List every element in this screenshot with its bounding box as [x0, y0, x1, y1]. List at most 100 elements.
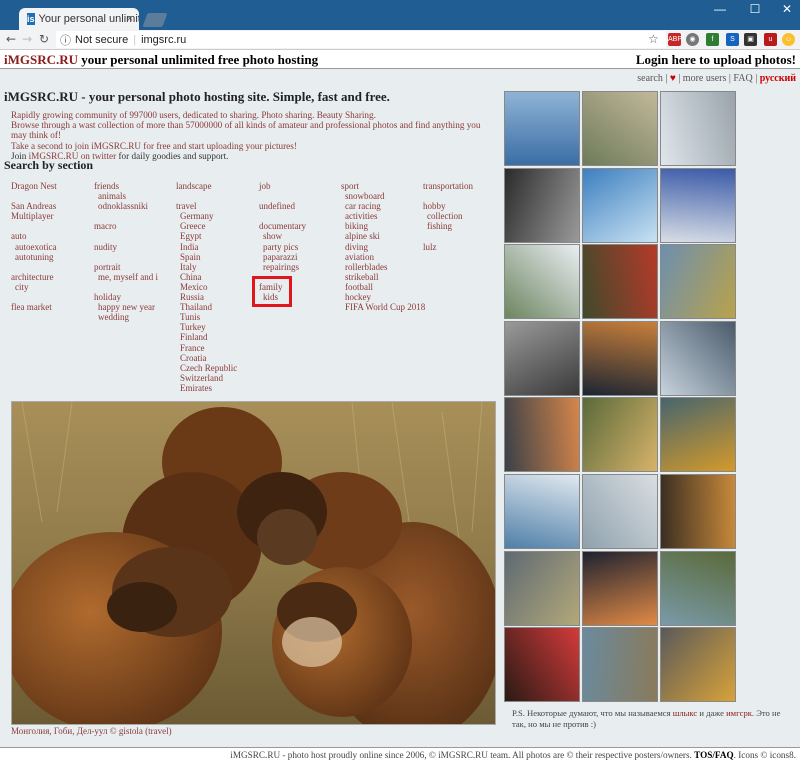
section-link-czech-republic[interactable]: Czech Republic	[176, 363, 237, 373]
minimize-icon[interactable]: —	[705, 2, 735, 16]
photo-thumbnail[interactable]	[582, 244, 658, 320]
section-link-emirates[interactable]: Emirates	[176, 383, 237, 393]
section-link-spain[interactable]: Spain	[176, 252, 237, 262]
section-link-diving[interactable]: diving	[341, 242, 425, 252]
ps-link-shlyks[interactable]: шлыкс	[673, 708, 697, 718]
feedly-extension-icon[interactable]: f	[706, 33, 719, 46]
section-link-travel[interactable]: travel	[176, 201, 237, 211]
section-link-alpine-ski[interactable]: alpine ski	[341, 231, 425, 241]
photo-thumbnail[interactable]	[504, 397, 580, 473]
photo-thumbnail[interactable]	[582, 474, 658, 549]
section-link-transportation[interactable]: transportation	[423, 181, 473, 191]
section-link-friends[interactable]: friends	[94, 181, 158, 191]
section-link-city[interactable]: city	[11, 282, 57, 292]
footer-tos-link[interactable]: TOS/FAQ	[694, 750, 733, 760]
intro-line-3[interactable]: Take a second to join iMGSRC.RU for free…	[11, 141, 496, 151]
photo-thumbnail[interactable]	[660, 627, 736, 703]
community-link[interactable]: Rapidly growing community	[11, 110, 117, 120]
section-link-germany[interactable]: Germany	[176, 211, 237, 221]
section-link-hockey[interactable]: hockey	[341, 292, 425, 302]
section-link-rollerblades[interactable]: rollerblades	[341, 262, 425, 272]
photo-thumbnail[interactable]	[582, 320, 658, 396]
section-link-car-racing[interactable]: car racing	[341, 201, 425, 211]
section-link-football[interactable]: football	[341, 282, 425, 292]
section-link-italy[interactable]: Italy	[176, 262, 237, 272]
section-link-documentary[interactable]: documentary	[259, 221, 306, 231]
photo-thumbnail[interactable]	[504, 167, 580, 243]
section-link-thailand[interactable]: Thailand	[176, 302, 237, 312]
section-link-job[interactable]: job	[259, 181, 306, 191]
section-link-france[interactable]: France	[176, 343, 237, 353]
photo-thumbnail[interactable]	[504, 244, 580, 320]
section-link-multiplayer[interactable]: Multiplayer	[11, 211, 57, 221]
nav-faq-link[interactable]: FAQ	[733, 73, 752, 84]
section-link-party-pics[interactable]: party pics	[259, 242, 306, 252]
photo-thumbnail[interactable]	[660, 320, 736, 396]
photo-thumbnail[interactable]	[504, 91, 580, 166]
nav-search-link[interactable]: search	[637, 73, 663, 84]
photo-thumbnail[interactable]	[504, 550, 580, 626]
section-link-me-myself-and-i[interactable]: me, myself and i	[94, 272, 158, 282]
section-link-landscape[interactable]: landscape	[176, 181, 237, 191]
window-close-icon[interactable]: ✕	[772, 2, 800, 16]
section-link-aviation[interactable]: aviation	[341, 252, 425, 262]
section-link-architecture[interactable]: architecture	[11, 272, 57, 282]
section-link-turkey[interactable]: Turkey	[176, 322, 237, 332]
section-link-san-andreas[interactable]: San Andreas	[11, 201, 57, 211]
section-link-strikeball[interactable]: strikeball	[341, 272, 425, 282]
section-link-paparazzi[interactable]: paparazzi	[259, 252, 306, 262]
section-link-flea-market[interactable]: flea market	[11, 302, 57, 312]
section-link-holiday[interactable]: holiday	[94, 292, 158, 302]
info-icon[interactable]: ⓘ	[60, 32, 71, 48]
profile-extension-icon[interactable]: ☺	[782, 33, 795, 46]
section-link-croatia[interactable]: Croatia	[176, 353, 237, 363]
eye-extension-icon[interactable]: ◉	[686, 33, 699, 46]
ps-link-imgsrk[interactable]: имгсрк	[726, 708, 752, 718]
nav-more-users-link[interactable]: more users	[683, 73, 727, 84]
back-arrow-icon[interactable]: ←	[6, 32, 16, 46]
tab-close-icon[interactable]: ×	[127, 13, 133, 25]
section-link-egypt[interactable]: Egypt	[176, 231, 237, 241]
skype-extension-icon[interactable]: S	[726, 33, 739, 46]
section-link-snowboard[interactable]: snowboard	[341, 191, 425, 201]
photo-thumbnail[interactable]	[504, 474, 580, 549]
section-link-macro[interactable]: macro	[94, 221, 158, 231]
section-link-autoexotica[interactable]: autoexotica	[11, 242, 57, 252]
section-link-china[interactable]: China	[176, 272, 237, 282]
section-link-greece[interactable]: Greece	[176, 221, 237, 231]
photo-thumbnail[interactable]	[660, 397, 736, 473]
bookmark-star-icon[interactable]: ☆	[648, 32, 659, 46]
login-link[interactable]: Login here to upload photos!	[636, 52, 796, 68]
section-link-tunis[interactable]: Tunis	[176, 312, 237, 322]
section-link-dragon-nest[interactable]: Dragon Nest	[11, 181, 57, 191]
photo-thumbnail[interactable]	[660, 91, 736, 166]
reload-icon[interactable]: ↻	[39, 32, 49, 46]
site-logo[interactable]: iMGSRC.RU	[4, 52, 78, 67]
section-link-auto[interactable]: auto	[11, 231, 57, 241]
photo-thumbnail[interactable]	[504, 627, 580, 703]
section-link-happy-new-year[interactable]: happy new year	[94, 302, 158, 312]
photo-thumbnail[interactable]	[660, 474, 736, 549]
section-link-hobby[interactable]: hobby	[423, 201, 473, 211]
browser-tab[interactable]: is Your personal unlimited ×	[19, 8, 139, 30]
nav-russian-link[interactable]: русский	[760, 73, 796, 84]
photo-thumbnail[interactable]	[582, 627, 658, 703]
section-link-odnoklassniki[interactable]: odnoklassniki	[94, 201, 158, 211]
section-link-russia[interactable]: Russia	[176, 292, 237, 302]
section-link-undefined[interactable]: undefined	[259, 201, 306, 211]
section-link-autotuning[interactable]: autotuning	[11, 252, 57, 262]
forward-arrow-icon[interactable]: →	[22, 32, 32, 46]
section-link-fishing[interactable]: fishing	[423, 221, 473, 231]
section-link-switzerland[interactable]: Switzerland	[176, 373, 237, 383]
section-link-mexico[interactable]: Mexico	[176, 282, 237, 292]
section-link-india[interactable]: India	[176, 242, 237, 252]
photo-thumbnail[interactable]	[582, 167, 658, 243]
photo-thumbnail[interactable]	[582, 550, 658, 626]
adblock-extension-icon[interactable]: ABP	[668, 33, 682, 46]
photo-thumbnail[interactable]	[660, 167, 736, 243]
section-link-animals[interactable]: animals	[94, 191, 158, 201]
new-tab-button[interactable]	[142, 13, 168, 27]
section-link-show[interactable]: show	[259, 231, 306, 241]
ublock-extension-icon[interactable]: u	[764, 33, 777, 46]
photo-thumbnail[interactable]	[504, 320, 580, 396]
